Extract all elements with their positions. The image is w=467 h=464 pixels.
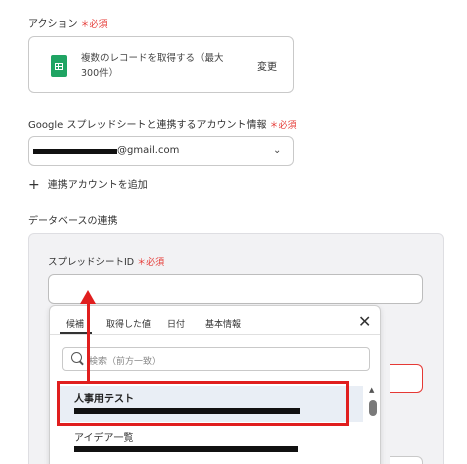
required-mark: ＊必須 [80,20,108,30]
list-item[interactable]: アイデア一覧 [58,426,363,464]
redacted-id [74,446,298,452]
database-section-label: データベースの連携 [28,216,118,227]
annotation-arrow [87,302,90,382]
add-account-button[interactable]: + 連携アカウントを追加 [28,176,148,193]
spreadsheet-id-label: スプレッドシートID ＊必須 [48,257,165,268]
action-selector[interactable]: 複数のレコードを取得する（最大300件） 変更 [28,36,294,93]
search-input[interactable]: 検索（前方一致） [62,347,370,371]
annotation-highlight-box [57,381,349,426]
scroll-up-icon[interactable]: ▲ [369,386,374,394]
tab-divider [50,334,380,335]
google-sheets-icon [51,55,67,77]
scrollbar-thumb[interactable] [369,400,377,416]
account-label: Google スプレッドシートと連携するアカウント情報 ＊必須 [28,120,297,131]
account-select[interactable]: @gmail.com ⌄ [28,136,294,166]
tab-fetched-values[interactable]: 取得した値 [106,317,151,330]
search-placeholder: 検索（前方一致） [89,357,162,367]
search-icon-handle [79,360,84,366]
required-mark: ＊必須 [269,121,297,131]
action-description: 複数のレコードを取得する（最大300件） [81,53,224,79]
error-field-edge [390,364,423,393]
redacted-email-prefix [33,149,117,154]
account-email-suffix: @gmail.com [117,145,180,156]
field-edge [390,456,423,464]
plus-icon: + [28,177,40,193]
close-icon[interactable]: ✕ [358,312,371,331]
required-mark: ＊必須 [137,258,165,268]
change-action-button[interactable]: 変更 [257,58,277,73]
annotation-arrow-head [80,290,96,304]
tab-date[interactable]: 日付 [167,317,185,330]
tab-candidates[interactable]: 候補 [66,317,84,330]
scrollbar[interactable]: ▲ [368,386,377,464]
tab-basic-info[interactable]: 基本情報 [205,317,241,330]
chevron-down-icon: ⌄ [273,145,282,156]
spreadsheet-id-input[interactable] [48,274,423,304]
action-label: アクション ＊必須 [28,19,108,30]
list-item-title: アイデア一覧 [74,433,134,444]
